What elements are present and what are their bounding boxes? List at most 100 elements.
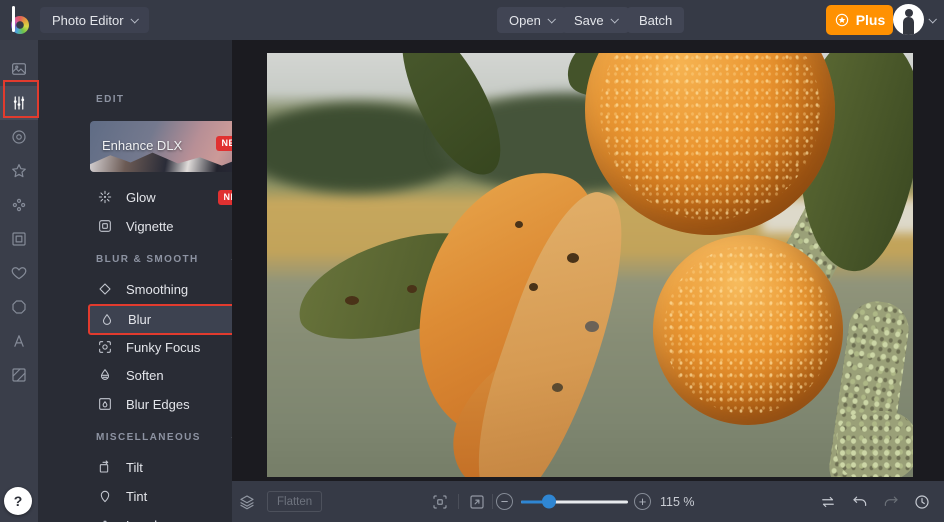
help-label: ? xyxy=(13,493,23,509)
glow-icon xyxy=(97,189,113,205)
tool-rail xyxy=(0,40,38,522)
panel-item-vignette[interactable]: Vignette xyxy=(88,211,232,241)
photo-icon xyxy=(10,60,28,78)
app-menu-label: Photo Editor xyxy=(52,12,124,28)
item-label: Blur Edges xyxy=(126,396,190,412)
section-label: BLUR & SMOOTH xyxy=(96,254,199,265)
open-label: Open xyxy=(509,12,541,28)
star-icon xyxy=(10,162,28,180)
plus-upgrade-button[interactable]: Plus xyxy=(826,5,893,35)
levels-icon xyxy=(97,517,113,522)
rail-item-textures[interactable] xyxy=(0,290,38,324)
undo-button[interactable] xyxy=(851,493,869,511)
avatar[interactable] xyxy=(893,4,924,35)
rail-item-frames[interactable] xyxy=(0,222,38,256)
panel-header-label: EDIT xyxy=(96,94,125,105)
photo-image[interactable] xyxy=(267,53,913,477)
zoom-level-value: 115 % xyxy=(660,494,695,509)
rail-item-edit-tools[interactable] xyxy=(0,86,38,120)
befunky-logo-icon xyxy=(11,6,37,34)
batch-label: Batch xyxy=(639,12,673,28)
item-label: Tilt xyxy=(126,459,143,475)
batch-button[interactable]: Batch xyxy=(627,7,685,33)
chevron-down-icon[interactable] xyxy=(928,15,937,24)
app-menu-button[interactable]: Photo Editor xyxy=(40,7,149,33)
chevron-down-icon xyxy=(130,15,139,24)
item-label: Tint xyxy=(126,488,148,504)
item-label: Vignette xyxy=(126,218,174,234)
chevron-down-icon xyxy=(610,15,619,24)
panel-item-levels[interactable]: Levels xyxy=(88,510,232,522)
undo-icon xyxy=(851,493,869,511)
panel-item-smoothing[interactable]: Smoothing xyxy=(88,274,232,304)
rail-item-photo-manager[interactable] xyxy=(0,52,38,86)
sliders-icon xyxy=(10,94,28,112)
enhance-dlx-label: Enhance DLX xyxy=(102,138,183,153)
panel-item-tilt[interactable]: Tilt xyxy=(88,452,232,482)
rail-item-draw[interactable] xyxy=(0,358,38,392)
bottom-bar: Flatten − + 115 % xyxy=(232,481,944,522)
tilt-icon xyxy=(97,459,113,475)
section-blur-smooth[interactable]: BLUR & SMOOTH xyxy=(96,254,232,265)
section-label: MISCELLANEOUS xyxy=(96,432,201,443)
frame-icon xyxy=(10,230,28,248)
rail-item-effects[interactable] xyxy=(0,154,38,188)
zoom-slider-thumb[interactable] xyxy=(542,494,556,508)
layers-button[interactable] xyxy=(238,493,256,511)
item-label: Blur xyxy=(128,312,152,327)
open-menu-button[interactable]: Open xyxy=(497,7,566,33)
item-label: Soften xyxy=(126,367,164,383)
edit-panel: EDIT Enhance DLX NEW Glow NEW Vignette B… xyxy=(38,40,232,522)
rail-item-overlays[interactable] xyxy=(0,256,38,290)
panel-header: EDIT xyxy=(96,94,232,105)
fit-screen-icon xyxy=(431,493,449,511)
save-menu-button[interactable]: Save xyxy=(562,7,629,33)
fullscreen-button[interactable] xyxy=(468,493,486,511)
redo-icon xyxy=(882,493,900,511)
panel-item-tint[interactable]: Tint xyxy=(88,481,232,511)
redo-button[interactable] xyxy=(882,493,900,511)
dots-icon xyxy=(10,196,28,214)
compare-arrows-icon xyxy=(819,493,837,511)
plus-label: Plus xyxy=(855,12,886,28)
rail-item-text[interactable] xyxy=(0,324,38,358)
canvas-area xyxy=(232,40,944,481)
zoom-in-button[interactable]: + xyxy=(634,493,651,510)
item-label: Glow xyxy=(126,189,156,205)
draw-icon xyxy=(10,366,28,384)
section-miscellaneous[interactable]: MISCELLANEOUS xyxy=(96,432,232,443)
tint-icon xyxy=(97,488,113,504)
new-badge: NEW xyxy=(215,136,232,151)
enhance-dlx-card[interactable]: Enhance DLX NEW xyxy=(90,121,232,172)
flatten-label: Flatten xyxy=(277,495,313,508)
flatten-button[interactable]: Flatten xyxy=(267,491,323,512)
focus-icon xyxy=(97,339,113,355)
zoom-slider[interactable] xyxy=(521,494,628,508)
rail-item-artsy[interactable] xyxy=(0,188,38,222)
history-clock-icon xyxy=(913,493,931,511)
item-label: Funky Focus xyxy=(126,339,201,355)
panel-item-glow[interactable]: Glow NEW xyxy=(88,182,232,212)
diamond-icon xyxy=(97,281,113,297)
history-button[interactable] xyxy=(913,493,931,511)
star-circle-icon xyxy=(834,12,850,28)
panel-item-blur-edges[interactable]: Blur Edges xyxy=(88,389,232,419)
layers-icon xyxy=(238,493,256,511)
fit-to-screen-button[interactable] xyxy=(431,493,449,511)
panel-item-soften[interactable]: Soften xyxy=(88,360,232,390)
save-label: Save xyxy=(574,12,604,28)
soften-icon xyxy=(97,367,113,383)
droplet-icon xyxy=(99,312,115,328)
help-button[interactable]: ? xyxy=(4,487,32,515)
compare-button[interactable] xyxy=(819,493,837,511)
rail-item-touch-up[interactable] xyxy=(0,120,38,154)
zoom-out-button[interactable]: − xyxy=(496,493,513,510)
panel-item-funky-focus[interactable]: Funky Focus xyxy=(88,332,232,362)
item-label: Smoothing xyxy=(126,281,189,297)
vignette-icon xyxy=(97,218,113,234)
app-window: Photo Editor Open Save Batch Plus EDIT E… xyxy=(0,0,944,522)
chevron-down-icon xyxy=(547,15,556,24)
divider xyxy=(458,494,459,509)
panel-item-blur[interactable]: Blur xyxy=(88,304,232,335)
mountain-thumbnail xyxy=(90,152,232,172)
